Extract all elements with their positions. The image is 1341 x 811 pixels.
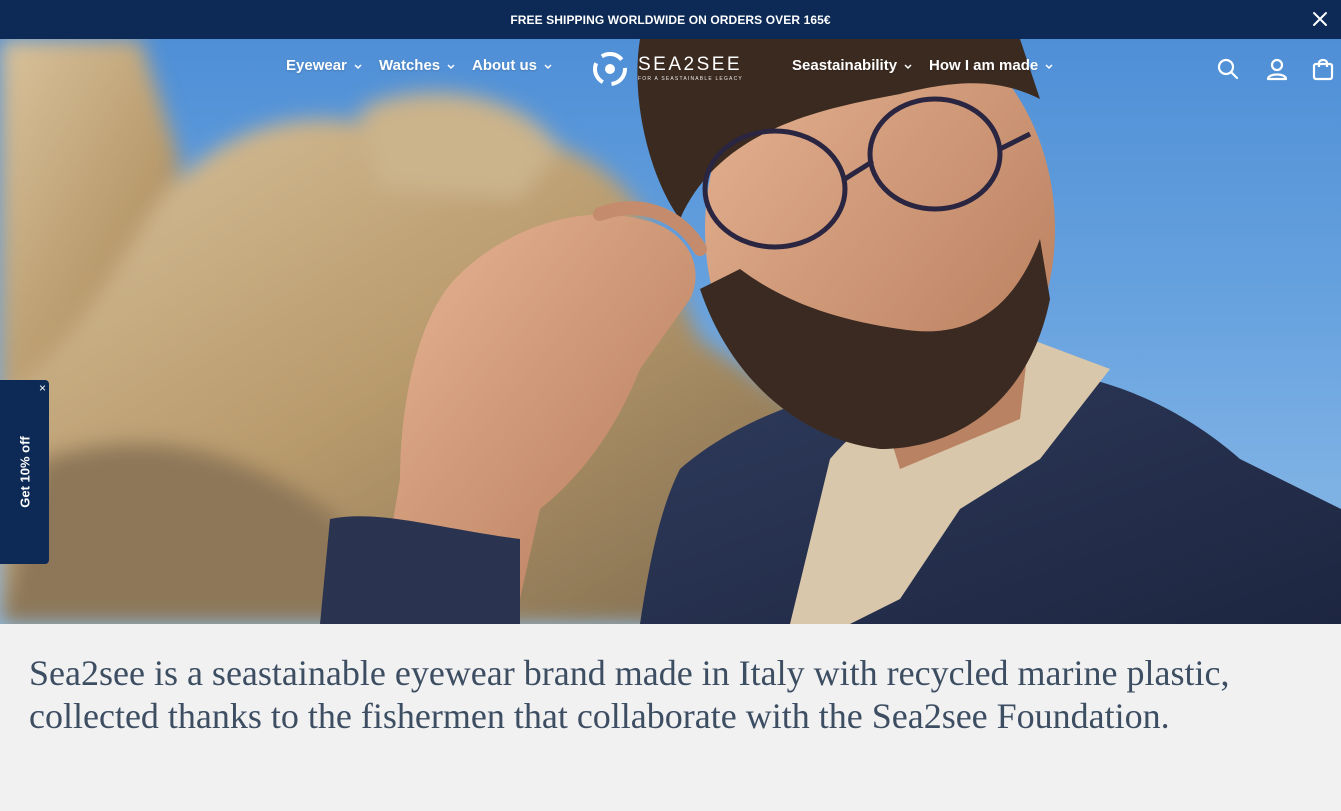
cart-icon[interactable] xyxy=(1311,57,1335,81)
chevron-down-icon xyxy=(354,63,362,69)
nav-item-label: Seastainability xyxy=(792,57,898,74)
logo-brand: SEA2SEE xyxy=(638,54,743,75)
intro-text: Sea2see is a seastainable eyewear brand … xyxy=(29,653,1230,736)
close-icon[interactable]: × xyxy=(39,382,46,394)
announcement-text: FREE SHIPPING WORLDWIDE ON ORDERS OVER 1… xyxy=(510,12,831,27)
discount-tab-label: Get 10% off xyxy=(17,436,32,508)
nav-item-about-us[interactable]: About us xyxy=(472,57,553,74)
search-icon[interactable] xyxy=(1216,57,1240,81)
hero-image xyxy=(0,39,1341,624)
logo-tagline: FOR A SEASTAINABLE LEGACY xyxy=(638,76,743,82)
close-icon[interactable] xyxy=(1311,10,1329,28)
account-icon[interactable] xyxy=(1265,57,1289,81)
nav-item-eyewear[interactable]: Eyewear xyxy=(286,57,363,74)
discount-tab[interactable]: × Get 10% off xyxy=(0,380,49,564)
nav-item-label: Eyewear xyxy=(286,57,347,74)
nav-item-label: About us xyxy=(472,57,537,74)
nav-item-watches[interactable]: Watches xyxy=(379,57,456,74)
nav-item-how-i-am-made[interactable]: How I am made xyxy=(929,57,1054,74)
hero-banner xyxy=(0,39,1341,624)
sea2see-logo-icon xyxy=(593,52,627,86)
chevron-down-icon xyxy=(447,63,455,69)
nav-item-seastainability[interactable]: Seastainability xyxy=(792,57,913,74)
chevron-down-icon xyxy=(1045,63,1053,69)
chevron-down-icon xyxy=(544,63,552,69)
logo-wordmark: SEA2SEE FOR A SEASTAINABLE LEGACY xyxy=(638,55,743,83)
chevron-down-icon xyxy=(904,63,912,69)
main-nav: Eyewear Watches About us SEA2SEE FOR A S… xyxy=(0,39,1341,95)
nav-item-label: How I am made xyxy=(929,57,1039,74)
brand-logo[interactable]: SEA2SEE FOR A SEASTAINABLE LEGACY xyxy=(592,51,743,87)
nav-item-label: Watches xyxy=(379,57,441,74)
announcement-bar: FREE SHIPPING WORLDWIDE ON ORDERS OVER 1… xyxy=(0,0,1341,39)
